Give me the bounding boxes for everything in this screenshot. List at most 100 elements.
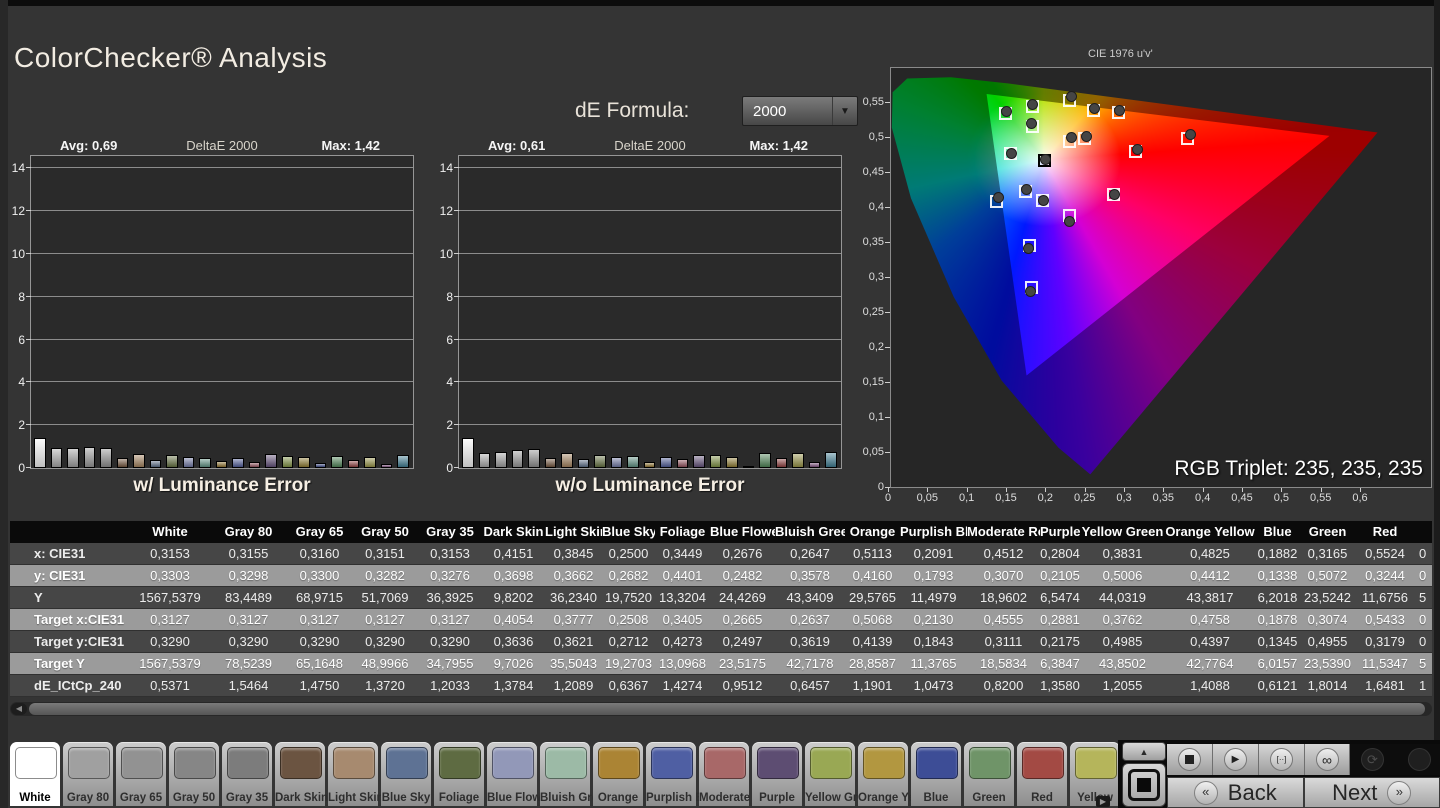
tab-bluish-green[interactable]: Bluish Green xyxy=(540,742,590,806)
table-cell: 11,3765 xyxy=(900,653,967,674)
table-cell: 0,9512 xyxy=(710,675,775,696)
tab-white[interactable]: White xyxy=(10,742,60,806)
next-arrow-icon: » xyxy=(1387,781,1411,805)
table-cell: 0,3276 xyxy=(418,565,482,586)
color-swatch xyxy=(651,747,693,779)
table-cell: 0,3127 xyxy=(210,609,287,630)
tab-yellow-green[interactable]: Yellow Green xyxy=(805,742,855,806)
gridline xyxy=(31,210,413,211)
y-axis-label: 0,15 xyxy=(840,376,884,388)
collapse-panel-button[interactable]: ▲ xyxy=(1122,742,1166,761)
table-cell: 0,3179 xyxy=(1355,631,1415,652)
column-header: Orange xyxy=(845,521,900,543)
y-axis-label: 0,05 xyxy=(840,446,884,458)
gridline xyxy=(459,424,841,425)
bar-light-skin xyxy=(561,453,573,468)
continuous-measure-button[interactable]: ∞ xyxy=(1305,744,1350,775)
tab-gray-50[interactable]: Gray 50 xyxy=(169,742,219,806)
back-arrow-icon: « xyxy=(1194,781,1218,805)
color-swatch xyxy=(757,747,799,779)
tab-moderate-red[interactable]: Moderate Red xyxy=(699,742,749,806)
color-swatch xyxy=(333,747,375,779)
tab-purple[interactable]: Purple xyxy=(752,742,802,806)
scroll-left-icon[interactable]: ◀ xyxy=(11,703,27,715)
tab-red[interactable]: Red xyxy=(1017,742,1067,806)
table-cell: 0,3153 xyxy=(130,543,210,564)
color-swatch xyxy=(280,747,322,779)
table-cell: 0,3845 xyxy=(545,543,602,564)
right-edge xyxy=(1434,0,1440,740)
y-axis-tick xyxy=(454,167,459,168)
back-button[interactable]: « Back xyxy=(1167,777,1304,808)
row-label: Target Y xyxy=(10,653,130,674)
max-stat: Max: 1,42 xyxy=(321,138,380,153)
table-cell: 13,0968 xyxy=(655,653,710,674)
y-axis-tick xyxy=(885,452,890,453)
tab-foliage[interactable]: Foliage xyxy=(434,742,484,806)
table-cell: 83,4489 xyxy=(210,587,287,608)
tab-scroll-right-icon[interactable]: ▶ xyxy=(1096,796,1110,807)
tab-blue[interactable]: Blue xyxy=(911,742,961,806)
stop-measure-button[interactable] xyxy=(1122,763,1166,807)
column-header: Orange Yellow xyxy=(1165,521,1255,543)
color-swatch xyxy=(1022,747,1064,779)
table-cell: 1,6481 xyxy=(1355,675,1415,696)
table-cell: 1 xyxy=(1415,675,1432,696)
bar-dark-skin xyxy=(545,458,557,468)
bar-foliage xyxy=(594,455,606,468)
scrollbar-thumb[interactable] xyxy=(29,703,1425,715)
table-horizontal-scrollbar[interactable]: ◀ xyxy=(10,702,1432,716)
table-cell: 78,5239 xyxy=(210,653,287,674)
table-cell: 29,5765 xyxy=(845,587,900,608)
record-button-disabled xyxy=(1395,744,1440,775)
table-cell: 11,6756 xyxy=(1355,587,1415,608)
tab-orange-yellow[interactable]: Orange Yellow xyxy=(858,742,908,806)
tab-label: Gray 65 xyxy=(116,792,166,804)
y-axis-tick xyxy=(454,339,459,340)
bar-moderate-red xyxy=(249,462,261,468)
y-axis-label: 2 xyxy=(427,418,453,432)
column-header: Yellow Green xyxy=(1080,521,1165,543)
cie-measured-white xyxy=(1040,154,1051,165)
tab-purplish-blue[interactable]: Purplish Blue xyxy=(646,742,696,806)
table-cell: 0,3762 xyxy=(1080,609,1165,630)
tab-blue-sky[interactable]: Blue Sky xyxy=(381,742,431,806)
table-cell: 1,4088 xyxy=(1165,675,1255,696)
tab-gray-80[interactable]: Gray 80 xyxy=(63,742,113,806)
x-axis-label: 0,25 xyxy=(1065,492,1105,504)
tab-light-skin[interactable]: Light Skin xyxy=(328,742,378,806)
table-cell: 0,1345 xyxy=(1255,631,1300,652)
table-cell: 0,2482 xyxy=(710,565,775,586)
y-axis-tick xyxy=(454,381,459,382)
y-axis-label: 0,2 xyxy=(840,341,884,353)
measure-series-button[interactable]: [··] xyxy=(1259,744,1305,775)
de-formula-label: dE Formula: xyxy=(575,99,689,123)
next-button[interactable]: Next » xyxy=(1304,777,1440,808)
tab-orange[interactable]: Orange xyxy=(593,742,643,806)
table-cell: 0,3405 xyxy=(655,609,710,630)
tab-label: Orange Yellow xyxy=(858,792,908,804)
stop-button[interactable] xyxy=(1167,744,1213,775)
bar-gray-80 xyxy=(479,453,491,468)
tab-gray-35[interactable]: Gray 35 xyxy=(222,742,272,806)
table-cell: 65,1648 xyxy=(287,653,352,674)
x-axis-label: 0,6 xyxy=(1340,492,1380,504)
color-swatch xyxy=(545,747,587,779)
table-row-target-y-cie31: Target y:CIE310,32900,32900,32900,32900,… xyxy=(10,631,1432,653)
tab-dark-skin[interactable]: Dark Skin xyxy=(275,742,325,806)
y-axis-label: 0 xyxy=(427,461,453,475)
table-cell: 1,5464 xyxy=(210,675,287,696)
refresh-button[interactable]: ⟳ xyxy=(1350,744,1395,775)
table-cell: 0,3619 xyxy=(775,631,845,652)
tab-blue-flower[interactable]: Blue Flower xyxy=(487,742,537,806)
tab-green[interactable]: Green xyxy=(964,742,1014,806)
y-axis-tick xyxy=(885,242,890,243)
tab-label: Bluish Green xyxy=(540,792,590,804)
tab-yellow[interactable]: Yellow xyxy=(1070,742,1118,806)
play-button[interactable]: ▶ xyxy=(1213,744,1259,775)
table-cell: 0,4054 xyxy=(482,609,545,630)
table-cell: 0,2647 xyxy=(775,543,845,564)
y-axis-tick xyxy=(885,487,890,488)
tab-gray-65[interactable]: Gray 65 xyxy=(116,742,166,806)
cie-measured-magenta xyxy=(1109,189,1120,200)
